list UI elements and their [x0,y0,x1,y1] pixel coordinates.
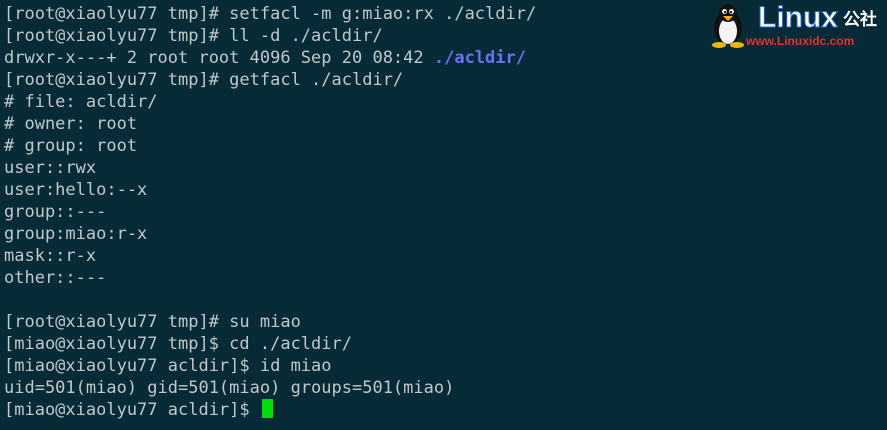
terminal-line: group:miao:r-x [4,224,148,244]
terminal-line: drwxr-x---+ 2 root root 4096 Sep 20 08:4… [4,47,887,69]
watermark-logo: Linux 公社 www.Linuxidc.com [708,1,883,50]
terminal-line: # owner: root [4,114,138,134]
terminal-line: [root@xiaolyu77 tmp]# su miao [4,312,301,332]
terminal-line: # group: root [4,136,138,156]
watermark-brand-cn: 公社 [843,10,877,29]
terminal-line: user::rwx [4,158,97,178]
terminal-line: [miao@xiaolyu77 acldir]$ id miao [4,356,332,376]
terminal-line: # file: acldir/ [4,92,158,112]
watermark-brand: Linux [758,1,839,34]
terminal-line: uid=501(miao) gid=501(miao) groups=501(m… [4,378,455,398]
terminal-line: [root@xiaolyu77 tmp]# getfacl ./acldir/ [4,70,404,90]
terminal-line: user:hello:--x [4,180,148,200]
watermark-url: www.Linuxidc.com [746,34,855,48]
text-cursor [261,399,273,418]
terminal-line: other::--- [4,268,107,288]
terminal-prompt-line[interactable]: [miao@xiaolyu77 acldir]$ [4,399,887,421]
tux-penguin-icon [712,4,744,48]
directory-name: ./acldir/ [433,48,526,68]
terminal-line: group::--- [4,202,107,222]
terminal-window[interactable]: [root@xiaolyu77 tmp]# setfacl -m g:miao:… [0,0,887,430]
terminal-line: mask::r-x [4,246,97,266]
terminal-line: [miao@xiaolyu77 tmp]$ cd ./acldir/ [4,334,352,354]
listing-text: drwxr-x---+ 2 root root 4096 Sep 20 08:4… [4,48,434,68]
shell-prompt: [miao@xiaolyu77 acldir]$ [4,400,260,420]
